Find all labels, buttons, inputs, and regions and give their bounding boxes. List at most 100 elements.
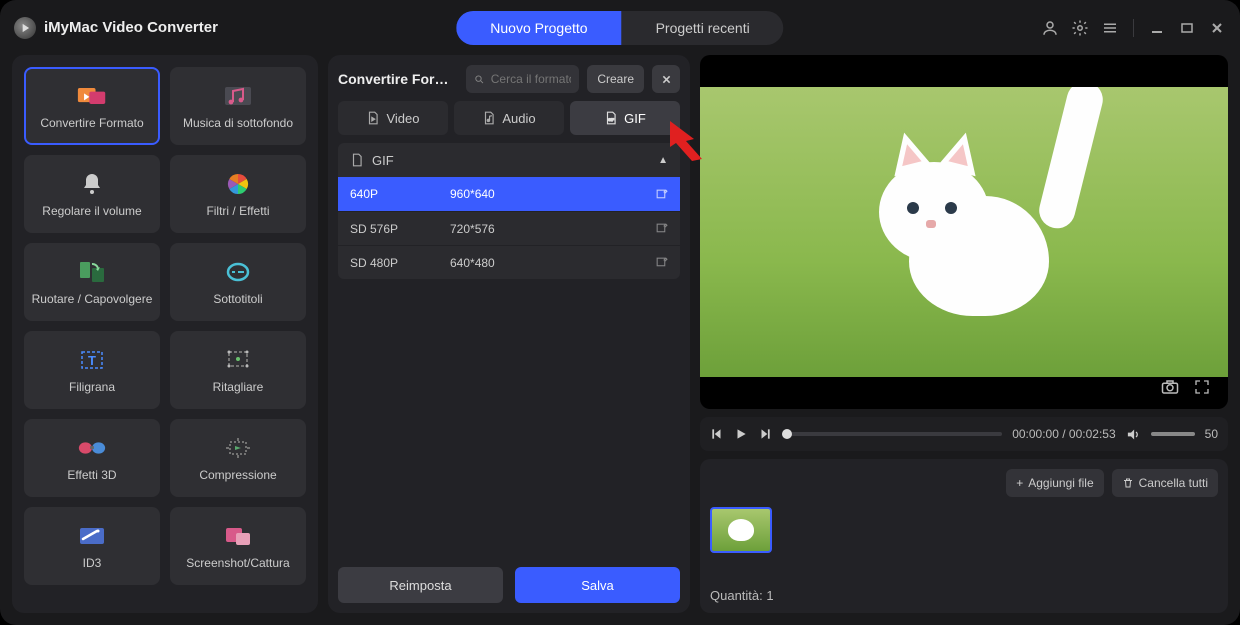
- volume-button[interactable]: [1126, 427, 1141, 442]
- file-thumbnail[interactable]: [710, 507, 772, 553]
- volume-slider[interactable]: [1151, 432, 1195, 436]
- search-icon: [474, 73, 485, 86]
- close-icon: [661, 74, 672, 85]
- save-button[interactable]: Salva: [515, 567, 680, 603]
- snapshot-button[interactable]: [1156, 375, 1184, 399]
- edit-resolution-icon[interactable]: [655, 188, 668, 201]
- tool-label: Filtri / Effetti: [206, 204, 269, 218]
- tool-label: Effetti 3D: [67, 468, 116, 482]
- screenshot-icon: [223, 522, 253, 550]
- project-tabs: Nuovo Progetto Progetti recenti: [456, 11, 783, 45]
- resolution-row[interactable]: SD 576P 720*576: [338, 211, 680, 245]
- preview-frame-content: [849, 110, 1079, 330]
- video-file-icon: [366, 111, 380, 125]
- volume-icon: [1126, 427, 1141, 442]
- edit-resolution-icon[interactable]: [655, 222, 668, 235]
- convert-format-icon: [77, 82, 107, 110]
- video-preview: [700, 55, 1228, 409]
- tool-label: ID3: [83, 556, 102, 570]
- tool-crop[interactable]: Ritagliare: [170, 331, 306, 409]
- tool-label: Ritagliare: [213, 380, 264, 394]
- plus-icon: +: [1016, 476, 1023, 490]
- format-tab-video[interactable]: Video: [338, 101, 448, 135]
- close-panel-button[interactable]: [652, 65, 680, 93]
- tool-effects-3d[interactable]: Effetti 3D: [24, 419, 160, 497]
- tool-id3[interactable]: ID3: [24, 507, 160, 585]
- glasses-3d-icon: [77, 434, 107, 462]
- subtitles-icon: [223, 258, 253, 286]
- app-title: iMyMac Video Converter: [44, 19, 218, 36]
- id3-icon: [77, 522, 107, 550]
- chevron-up-icon: ▲: [658, 155, 668, 166]
- tool-label: Sottotitoli: [213, 292, 262, 306]
- search-input[interactable]: [491, 72, 572, 86]
- edit-resolution-icon[interactable]: [655, 256, 668, 269]
- tool-compression[interactable]: Compressione: [170, 419, 306, 497]
- tool-subtitles[interactable]: Sottotitoli: [170, 243, 306, 321]
- watermark-icon: T: [77, 346, 107, 374]
- format-tab-audio[interactable]: Audio: [454, 101, 564, 135]
- resolution-row[interactable]: 640P 960*640: [338, 177, 680, 211]
- clear-all-button[interactable]: Cancella tutti: [1112, 469, 1218, 497]
- format-group: GIF ▲ 640P 960*640 SD 576P 720*576: [338, 143, 680, 279]
- next-button[interactable]: [758, 427, 772, 441]
- trash-icon: [1122, 477, 1134, 489]
- tool-label: Ruotare / Capovolgere: [32, 292, 153, 306]
- format-search[interactable]: [466, 65, 579, 93]
- bell-icon: [77, 170, 107, 198]
- time-display: 00:00:00 / 00:02:53: [1012, 427, 1115, 441]
- tool-convert-format[interactable]: Convertire Formato: [24, 67, 160, 145]
- compression-icon: [223, 434, 253, 462]
- quantity-display: Quantità: 1: [710, 588, 1218, 603]
- resolution-row[interactable]: SD 480P 640*480: [338, 245, 680, 279]
- fullscreen-icon: [1194, 379, 1210, 395]
- gear-icon[interactable]: [1071, 19, 1089, 37]
- reset-button[interactable]: Reimposta: [338, 567, 503, 603]
- svg-text:GIF: GIF: [608, 118, 614, 122]
- window-minimize[interactable]: [1148, 19, 1166, 37]
- tool-watermark[interactable]: T Filigrana: [24, 331, 160, 409]
- volume-value: 50: [1205, 427, 1218, 441]
- app-logo: [14, 17, 36, 39]
- tool-sidebar: Convertire Formato Musica di sottofondo …: [12, 55, 318, 613]
- window-close[interactable]: [1208, 19, 1226, 37]
- panel-title: Convertire Forma...: [338, 71, 458, 87]
- menu-icon[interactable]: [1101, 19, 1119, 37]
- tool-background-music[interactable]: Musica di sottofondo: [170, 67, 306, 145]
- tool-label: Compressione: [199, 468, 276, 482]
- play-button[interactable]: [734, 427, 748, 441]
- audio-file-icon: [482, 111, 496, 125]
- create-button[interactable]: Creare: [587, 65, 644, 93]
- prev-button[interactable]: [710, 427, 724, 441]
- format-group-header[interactable]: GIF ▲: [338, 143, 680, 177]
- music-icon: [223, 82, 253, 110]
- tool-label: Screenshot/Cattura: [186, 556, 289, 570]
- window-maximize[interactable]: [1178, 19, 1196, 37]
- color-wheel-icon: [223, 170, 253, 198]
- format-panel: Convertire Forma... Creare Video Audio: [328, 55, 690, 613]
- camera-icon: [1161, 379, 1179, 395]
- crop-icon: [223, 346, 253, 374]
- add-file-button[interactable]: + Aggiungi file: [1006, 469, 1103, 497]
- gif-file-icon: GIF: [604, 111, 618, 125]
- svg-text:T: T: [88, 353, 96, 368]
- tab-new-project[interactable]: Nuovo Progetto: [456, 11, 621, 45]
- tool-rotate-flip[interactable]: Ruotare / Capovolgere: [24, 243, 160, 321]
- tab-recent-projects[interactable]: Progetti recenti: [622, 11, 784, 45]
- tool-filters-effects[interactable]: Filtri / Effetti: [170, 155, 306, 233]
- skip-back-icon: [710, 427, 724, 441]
- tool-label: Convertire Formato: [40, 116, 143, 130]
- play-icon: [734, 427, 748, 441]
- tool-screenshot[interactable]: Screenshot/Cattura: [170, 507, 306, 585]
- tool-adjust-volume[interactable]: Regolare il volume: [24, 155, 160, 233]
- fullscreen-button[interactable]: [1188, 375, 1216, 399]
- tool-label: Regolare il volume: [42, 204, 141, 218]
- file-panel: + Aggiungi file Cancella tutti Quantità:…: [700, 459, 1228, 613]
- format-tab-gif[interactable]: GIF GIF: [570, 101, 680, 135]
- tool-label: Filigrana: [69, 380, 115, 394]
- skip-forward-icon: [758, 427, 772, 441]
- playback-bar: 00:00:00 / 00:02:53 50: [700, 417, 1228, 451]
- gif-file-icon: [350, 153, 364, 167]
- user-icon[interactable]: [1041, 19, 1059, 37]
- progress-bar[interactable]: [782, 432, 1002, 436]
